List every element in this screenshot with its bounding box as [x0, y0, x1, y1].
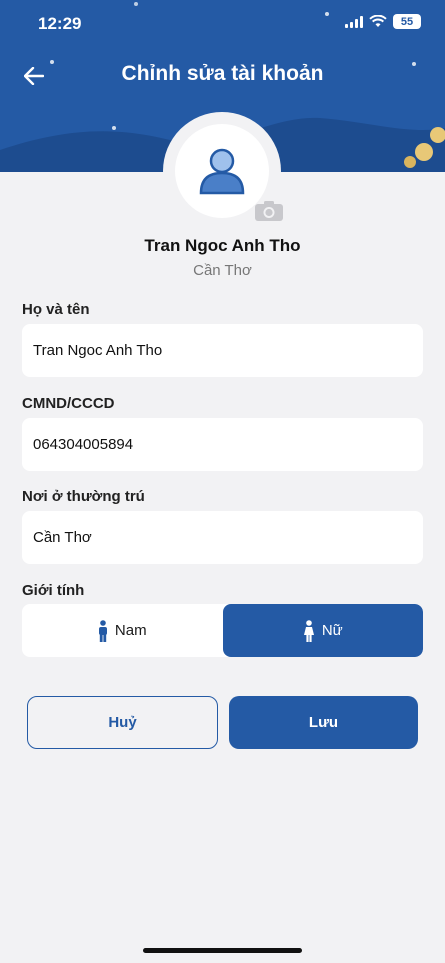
profile-name: Tran Ngoc Anh Tho — [144, 236, 301, 255]
gender-selector: Nam Nữ — [22, 604, 423, 657]
male-icon — [98, 619, 107, 642]
gender-option-female-label: Nữ — [321, 622, 343, 639]
profile-city: Cần Thơ — [193, 262, 252, 279]
change-photo-button[interactable] — [253, 198, 285, 224]
save-button[interactable]: Lưu — [229, 696, 418, 749]
female-icon — [303, 619, 314, 642]
signal-icon — [345, 15, 363, 28]
id-number-label: CMND/CCCD — [22, 395, 115, 412]
battery-icon: 55 — [393, 14, 421, 29]
gender-option-male-label: Nam — [114, 622, 147, 639]
camera-icon — [255, 201, 283, 221]
gender-option-female[interactable]: Nữ — [222, 604, 423, 657]
status-time: 12:29 — [38, 14, 82, 33]
full-name-label: Họ và tên — [22, 301, 90, 318]
user-icon — [199, 148, 245, 195]
full-name-field[interactable]: Tran Ngoc Anh Tho — [22, 324, 423, 377]
wifi-icon — [369, 15, 387, 27]
address-field[interactable]: Cần Thơ — [22, 511, 423, 564]
id-number-field[interactable]: 064304005894 — [22, 418, 423, 471]
cancel-button[interactable]: Huỷ — [27, 696, 218, 749]
gender-label: Giới tính — [22, 582, 85, 599]
page-title: Chỉnh sửa tài khoản — [121, 62, 324, 85]
status-icons: 55 — [345, 14, 421, 29]
home-indicator — [143, 948, 302, 953]
gender-option-male[interactable]: Nam — [22, 604, 223, 657]
address-label: Nơi ở thường trú — [22, 488, 145, 505]
